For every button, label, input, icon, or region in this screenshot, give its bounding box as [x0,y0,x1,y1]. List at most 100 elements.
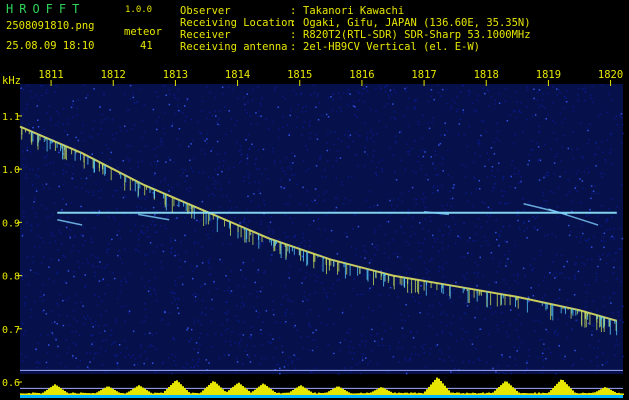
noise-speck [154,371,157,373]
noise-speck [83,323,85,325]
noise-speck [72,244,74,247]
noise-speck [176,217,178,219]
noise-speck [581,358,583,360]
noise-speck [103,119,106,121]
noise-speck [284,285,286,287]
noise-speck [335,157,338,159]
noise-speck [368,262,371,264]
noise-speck [303,159,305,162]
noise-speck [219,123,221,126]
noise-speck [209,111,211,114]
noise-speck [610,198,613,200]
noise-speck [520,322,522,325]
noise-speck [526,237,528,239]
noise-speck [593,192,596,194]
info-label-receiver: Receiver [180,29,231,41]
noise-speck [413,346,416,348]
noise-speck [438,250,440,253]
noise-speck [120,129,122,132]
noise-speck [464,279,467,281]
noise-speck [242,263,244,266]
noise-speck [89,174,92,177]
noise-speck [408,150,411,152]
noise-speck [350,305,353,307]
noise-speck [240,160,242,162]
level-bar [530,393,532,395]
noise-speck [151,362,154,364]
noise-speck [177,297,179,299]
noise-speck [140,197,143,199]
noise-speck [427,313,429,315]
level-bar [126,392,128,395]
noise-speck [444,134,446,136]
noise-speck [505,282,507,285]
noise-speck [374,231,376,233]
noise-speck [434,154,436,156]
noise-speck [42,241,45,243]
noise-speck [498,139,501,142]
noise-speck [420,250,422,252]
noise-speck [591,330,593,332]
noise-speck [35,215,37,218]
noise-speck [189,159,191,162]
noise-speck [239,144,242,147]
noise-speck [403,114,406,117]
noise-speck [377,341,379,343]
level-bar [54,384,56,395]
noise-speck [154,276,156,279]
noise-speck [544,294,546,297]
noise-background [20,84,625,375]
noise-speck [265,357,267,359]
noise-speck [194,296,197,298]
noise-speck [132,330,135,333]
noise-speck [455,110,458,113]
noise-speck [559,112,561,115]
noise-speck [167,323,169,325]
noise-speck [423,277,425,279]
noise-speck [262,321,264,324]
noise-speck [147,290,150,292]
noise-speck [230,290,233,292]
noise-speck [591,334,593,336]
noise-speck [235,120,238,122]
noise-speck [475,110,477,113]
noise-speck [349,134,352,136]
noise-speck [504,203,506,205]
noise-speck [53,202,56,204]
level-bar [554,385,556,395]
noise-speck [339,97,342,99]
level-bar [186,390,188,395]
noise-speck [593,325,596,327]
noise-speck [394,140,397,142]
noise-speck [252,88,254,91]
noise-speck [405,372,408,375]
noise-speck [131,189,134,192]
noise-speck [254,163,256,165]
noise-speck [309,137,311,140]
noise-speck [116,362,119,364]
noise-speck [596,365,599,367]
noise-speck [163,206,165,208]
noise-speck [438,270,440,273]
noise-speck [135,213,138,216]
noise-speck [161,244,163,246]
noise-speck [601,204,603,207]
noise-speck [50,258,52,261]
noise-speck [96,304,99,306]
level-bar [326,392,328,395]
noise-speck [32,261,35,264]
noise-speck [601,84,604,86]
noise-speck [372,140,375,143]
noise-speck [32,126,34,129]
noise-speck [235,206,238,209]
noise-speck [493,153,496,155]
noise-speck [240,269,242,271]
noise-speck [365,199,367,201]
x-tick-label: 1813 [163,69,188,81]
noise-speck [243,303,245,305]
noise-speck [398,341,400,344]
noise-speck [466,305,469,307]
noise-speck [206,333,209,336]
noise-speck [208,236,210,239]
noise-speck [519,298,521,300]
